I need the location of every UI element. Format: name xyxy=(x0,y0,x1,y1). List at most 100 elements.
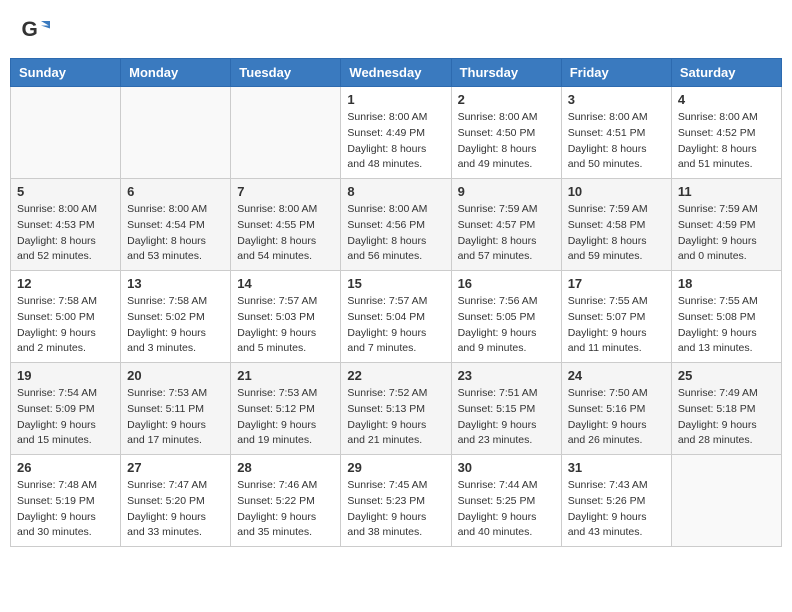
day-info: Sunrise: 7:53 AMSunset: 5:11 PMDaylight:… xyxy=(127,386,224,449)
calendar-day-cell: 27Sunrise: 7:47 AMSunset: 5:20 PMDayligh… xyxy=(121,455,231,547)
calendar-day-cell: 21 Sunrise: 7:53 AMSunset: 5:12 PMDayligh… xyxy=(231,363,341,455)
day-number: 4 xyxy=(678,92,775,107)
day-number: 16 xyxy=(458,276,555,291)
day-number: 17 xyxy=(568,276,665,291)
day-number: 3 xyxy=(568,92,665,107)
day-number: 5 xyxy=(17,184,114,199)
day-info: Sunrise: 7:59 AMSunset: 4:58 PMDaylight:… xyxy=(568,202,665,265)
day-info: Sunrise: 7:49 AMSunset: 5:18 PMDaylight:… xyxy=(678,386,775,449)
day-of-week-header: Tuesday xyxy=(231,59,341,87)
day-number: 19 xyxy=(17,368,114,383)
calendar-week-row: 5 Sunrise: 8:00 AMSunset: 4:53 PMDaylight… xyxy=(11,179,782,271)
day-number: 31 xyxy=(568,460,665,475)
day-number: 23 xyxy=(458,368,555,383)
day-info: Sunrise: 8:00 AMSunset: 4:52 PMDaylight:… xyxy=(678,110,775,173)
calendar-week-row: 19 Sunrise: 7:54 AMSunset: 5:09 PMDayligh… xyxy=(11,363,782,455)
day-info: Sunrise: 8:00 AMSunset: 4:56 PMDaylight:… xyxy=(347,202,444,265)
page-header: G xyxy=(10,10,782,50)
day-number: 26 xyxy=(17,460,114,475)
day-of-week-header: Thursday xyxy=(451,59,561,87)
calendar-day-cell: 10 Sunrise: 7:59 AMSunset: 4:58 PMDayligh… xyxy=(561,179,671,271)
day-info: Sunrise: 7:58 AMSunset: 5:02 PMDaylight:… xyxy=(127,294,224,357)
calendar-week-row: 26 Sunrise: 7:48 AMSunset: 5:19 PMDayligh… xyxy=(11,455,782,547)
calendar-day-cell: 6Sunrise: 8:00 AMSunset: 4:54 PMDaylight… xyxy=(121,179,231,271)
day-of-week-header: Friday xyxy=(561,59,671,87)
calendar-table: SundayMondayTuesdayWednesdayThursdayFrid… xyxy=(10,58,782,547)
calendar-day-cell: 20 Sunrise: 7:53 AMSunset: 5:11 PMDayligh… xyxy=(121,363,231,455)
day-info: Sunrise: 7:48 AMSunset: 5:19 PMDaylight:… xyxy=(17,478,114,541)
day-info: Sunrise: 7:59 AMSunset: 4:59 PMDaylight:… xyxy=(678,202,775,265)
calendar-day-cell: 17 Sunrise: 7:55 AMSunset: 5:07 PMDayligh… xyxy=(561,271,671,363)
day-number: 30 xyxy=(458,460,555,475)
calendar-day-cell: 29 Sunrise: 7:45 AMSunset: 5:23 PMDayligh… xyxy=(341,455,451,547)
day-number: 2 xyxy=(458,92,555,107)
day-info: Sunrise: 7:53 AMSunset: 5:12 PMDaylight:… xyxy=(237,386,334,449)
calendar-day-cell: 24Sunrise: 7:50 AMSunset: 5:16 PMDayligh… xyxy=(561,363,671,455)
day-of-week-header: Sunday xyxy=(11,59,121,87)
calendar-day-cell: 22Sunrise: 7:52 AMSunset: 5:13 PMDayligh… xyxy=(341,363,451,455)
day-number: 22 xyxy=(347,368,444,383)
day-of-week-header: Saturday xyxy=(671,59,781,87)
calendar-day-cell: 13Sunrise: 7:58 AMSunset: 5:02 PMDayligh… xyxy=(121,271,231,363)
logo-icon: G xyxy=(20,15,50,45)
day-info: Sunrise: 7:47 AMSunset: 5:20 PMDaylight:… xyxy=(127,478,224,541)
calendar-header-row: SundayMondayTuesdayWednesdayThursdayFrid… xyxy=(11,59,782,87)
day-number: 20 xyxy=(127,368,224,383)
day-info: Sunrise: 8:00 AMSunset: 4:53 PMDaylight:… xyxy=(17,202,114,265)
day-number: 24 xyxy=(568,368,665,383)
day-info: Sunrise: 8:00 AMSunset: 4:55 PMDaylight:… xyxy=(237,202,334,265)
calendar-day-cell: 19 Sunrise: 7:54 AMSunset: 5:09 PMDayligh… xyxy=(11,363,121,455)
day-number: 9 xyxy=(458,184,555,199)
day-number: 18 xyxy=(678,276,775,291)
day-of-week-header: Monday xyxy=(121,59,231,87)
calendar-day-cell: 31 Sunrise: 7:43 AMSunset: 5:26 PMDayligh… xyxy=(561,455,671,547)
calendar-day-cell: 15 Sunrise: 7:57 AMSunset: 5:04 PMDayligh… xyxy=(341,271,451,363)
day-number: 6 xyxy=(127,184,224,199)
calendar-day-cell: 26 Sunrise: 7:48 AMSunset: 5:19 PMDayligh… xyxy=(11,455,121,547)
day-info: Sunrise: 7:54 AMSunset: 5:09 PMDaylight:… xyxy=(17,386,114,449)
day-number: 15 xyxy=(347,276,444,291)
day-number: 12 xyxy=(17,276,114,291)
day-info: Sunrise: 7:59 AMSunset: 4:57 PMDaylight:… xyxy=(458,202,555,265)
calendar-day-cell: 4 Sunrise: 8:00 AMSunset: 4:52 PMDaylight… xyxy=(671,87,781,179)
day-number: 21 xyxy=(237,368,334,383)
day-of-week-header: Wednesday xyxy=(341,59,451,87)
day-info: Sunrise: 7:56 AMSunset: 5:05 PMDaylight:… xyxy=(458,294,555,357)
day-info: Sunrise: 8:00 AMSunset: 4:51 PMDaylight:… xyxy=(568,110,665,173)
calendar-day-cell: 23 Sunrise: 7:51 AMSunset: 5:15 PMDayligh… xyxy=(451,363,561,455)
day-info: Sunrise: 7:43 AMSunset: 5:26 PMDaylight:… xyxy=(568,478,665,541)
calendar-day-cell: 1 Sunrise: 8:00 AMSunset: 4:49 PMDaylight… xyxy=(341,87,451,179)
day-number: 1 xyxy=(347,92,444,107)
day-info: Sunrise: 8:00 AMSunset: 4:49 PMDaylight:… xyxy=(347,110,444,173)
day-info: Sunrise: 7:55 AMSunset: 5:07 PMDaylight:… xyxy=(568,294,665,357)
calendar-day-cell xyxy=(11,87,121,179)
logo: G xyxy=(20,15,54,45)
day-info: Sunrise: 7:44 AMSunset: 5:25 PMDaylight:… xyxy=(458,478,555,541)
calendar-day-cell: 18 Sunrise: 7:55 AMSunset: 5:08 PMDayligh… xyxy=(671,271,781,363)
calendar-day-cell: 25 Sunrise: 7:49 AMSunset: 5:18 PMDayligh… xyxy=(671,363,781,455)
calendar-day-cell xyxy=(121,87,231,179)
calendar-day-cell xyxy=(671,455,781,547)
calendar-week-row: 1 Sunrise: 8:00 AMSunset: 4:49 PMDaylight… xyxy=(11,87,782,179)
calendar-day-cell xyxy=(231,87,341,179)
calendar-day-cell: 8 Sunrise: 8:00 AMSunset: 4:56 PMDaylight… xyxy=(341,179,451,271)
day-number: 10 xyxy=(568,184,665,199)
day-info: Sunrise: 7:45 AMSunset: 5:23 PMDaylight:… xyxy=(347,478,444,541)
day-info: Sunrise: 7:55 AMSunset: 5:08 PMDaylight:… xyxy=(678,294,775,357)
day-number: 8 xyxy=(347,184,444,199)
day-info: Sunrise: 7:57 AMSunset: 5:04 PMDaylight:… xyxy=(347,294,444,357)
day-number: 25 xyxy=(678,368,775,383)
svg-text:G: G xyxy=(22,18,38,41)
day-number: 28 xyxy=(237,460,334,475)
day-info: Sunrise: 8:00 AMSunset: 4:50 PMDaylight:… xyxy=(458,110,555,173)
calendar-week-row: 12 Sunrise: 7:58 AMSunset: 5:00 PMDayligh… xyxy=(11,271,782,363)
day-info: Sunrise: 7:58 AMSunset: 5:00 PMDaylight:… xyxy=(17,294,114,357)
day-info: Sunrise: 7:51 AMSunset: 5:15 PMDaylight:… xyxy=(458,386,555,449)
day-number: 29 xyxy=(347,460,444,475)
calendar-day-cell: 14Sunrise: 7:57 AMSunset: 5:03 PMDayligh… xyxy=(231,271,341,363)
day-number: 14 xyxy=(237,276,334,291)
calendar-day-cell: 28Sunrise: 7:46 AMSunset: 5:22 PMDayligh… xyxy=(231,455,341,547)
day-number: 7 xyxy=(237,184,334,199)
calendar-day-cell: 5 Sunrise: 8:00 AMSunset: 4:53 PMDaylight… xyxy=(11,179,121,271)
day-number: 11 xyxy=(678,184,775,199)
